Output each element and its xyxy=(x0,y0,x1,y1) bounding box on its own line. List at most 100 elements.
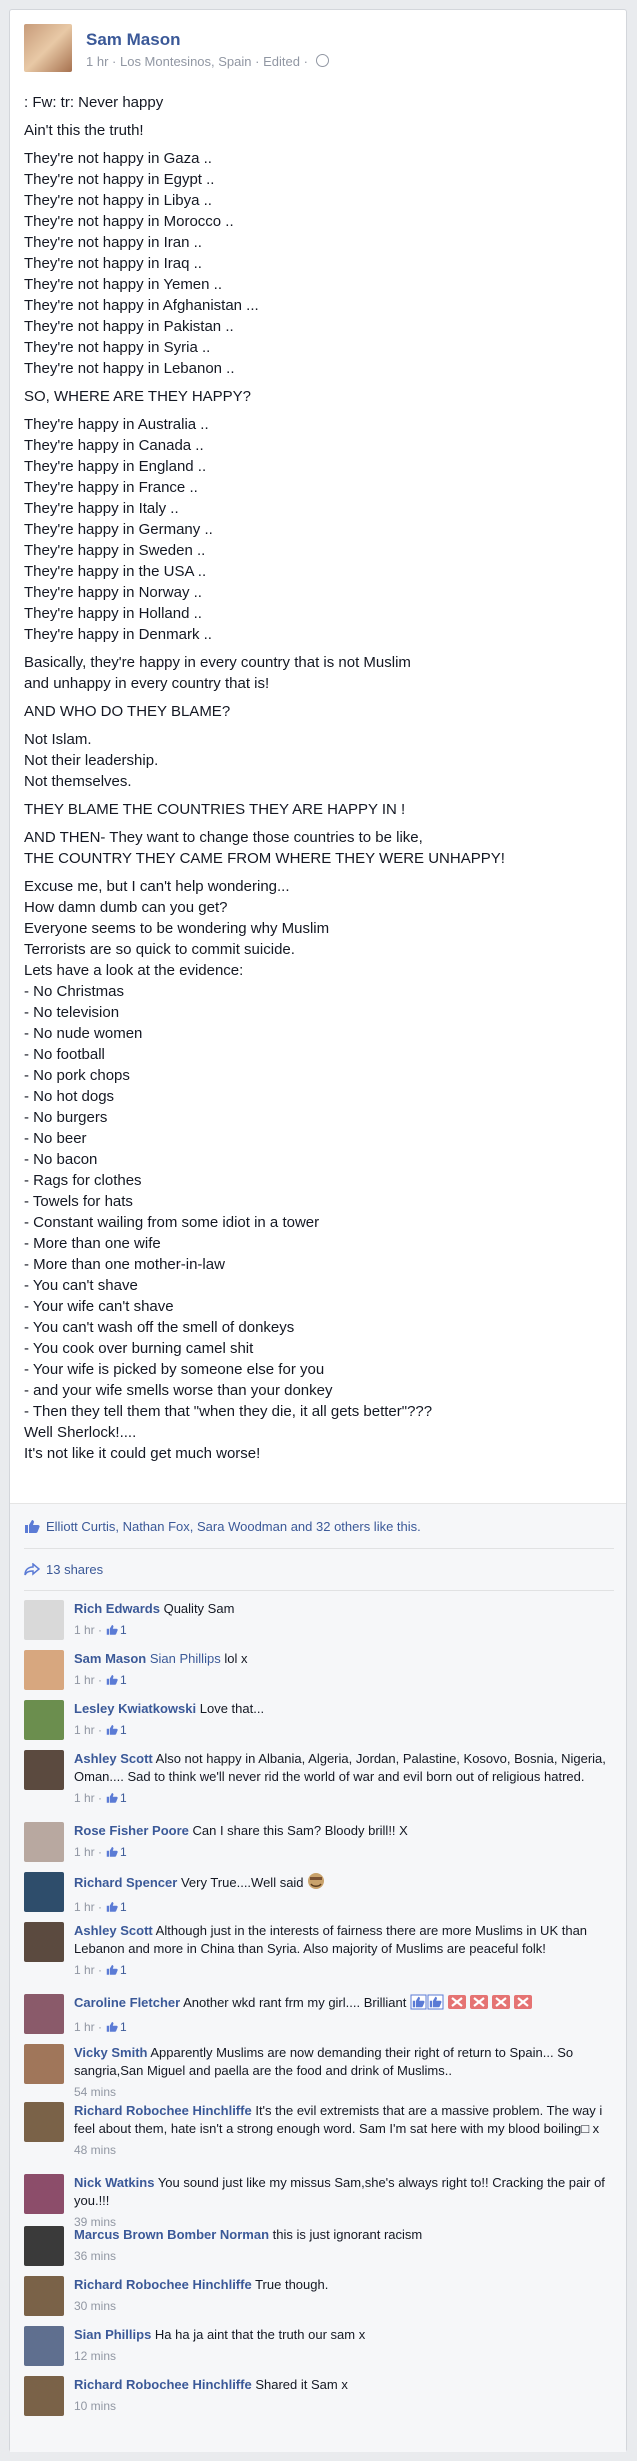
comment-time[interactable]: 1 hr xyxy=(74,1963,95,1977)
comment-body: Rich Edwards Quality Sam 1 hr · 1 xyxy=(74,1600,614,1639)
divider xyxy=(24,1548,614,1549)
like-thumb-icon[interactable] xyxy=(106,1722,118,1735)
commenter-name[interactable]: Richard Robochee Hinchliffe xyxy=(74,2277,252,2292)
post-paragraph: Not Islam. Not their leadership. Not the… xyxy=(24,731,159,790)
commenter-name[interactable]: Ashley Scott xyxy=(74,1751,153,1766)
commenter-name[interactable]: Marcus Brown Bomber Norman xyxy=(74,2227,269,2242)
shares-link[interactable]: 13 shares xyxy=(24,1562,103,1577)
commenter-name[interactable]: Rose Fisher Poore xyxy=(74,1823,189,1838)
post-location[interactable]: Los Montesinos, Spain xyxy=(120,54,252,69)
comment-like-count[interactable]: 1 xyxy=(120,1791,127,1805)
meta-dot: · xyxy=(255,54,264,69)
author-name[interactable]: Sam Mason xyxy=(86,30,180,50)
post-paragraph: They're not happy in Gaza .. They're not… xyxy=(24,150,259,377)
comment-like-count[interactable]: 1 xyxy=(120,1623,127,1637)
commenter-avatar[interactable] xyxy=(24,1922,64,1962)
like-thumb-icon[interactable] xyxy=(106,1790,118,1803)
commenter-avatar[interactable] xyxy=(24,1750,64,1790)
author-avatar[interactable] xyxy=(24,24,72,72)
commenter-avatar[interactable] xyxy=(24,2174,64,2214)
comment-body: Sian Phillips Ha ha ja aint that the tru… xyxy=(74,2326,614,2365)
commenter-name[interactable]: Rich Edwards xyxy=(74,1601,160,1616)
commenter-name[interactable]: Lesley Kwiatkowski xyxy=(74,1701,196,1716)
like-thumb-icon[interactable] xyxy=(106,1672,118,1685)
comment-time[interactable]: 48 mins xyxy=(74,2143,116,2157)
like-thumb-icon[interactable] xyxy=(106,1899,118,1912)
commenter-name[interactable]: Nick Watkins xyxy=(74,2175,154,2190)
comment-time[interactable]: 54 mins xyxy=(74,2085,116,2099)
commenter-avatar[interactable] xyxy=(24,2102,64,2142)
commenter-avatar[interactable] xyxy=(24,1994,64,2034)
commenter-avatar[interactable] xyxy=(24,2376,64,2416)
likes-summary[interactable]: Elliott Curtis, Nathan Fox, Sara Woodman… xyxy=(24,1519,421,1534)
meta-dot: · xyxy=(94,1963,103,1977)
comment-time[interactable]: 1 hr xyxy=(74,1723,95,1737)
commenter-name[interactable]: Vicky Smith xyxy=(74,2045,147,2060)
like-thumb-icon[interactable] xyxy=(106,1962,118,1975)
commenter-avatar[interactable] xyxy=(24,2044,64,2084)
post-body: : Fw: tr: Never happy Ain't this the trut… xyxy=(24,92,614,1471)
comment-like-count[interactable]: 1 xyxy=(120,1963,127,1977)
mention-link[interactable]: Sian Phillips xyxy=(150,1651,221,1666)
comment-time[interactable]: 1 hr xyxy=(74,1900,95,1914)
commenter-name[interactable]: Sian Phillips xyxy=(74,2327,151,2342)
comment-body: Marcus Brown Bomber Norman this is just … xyxy=(74,2226,614,2265)
comment-like-count[interactable]: 1 xyxy=(120,1673,127,1687)
commenter-name[interactable]: Richard Robochee Hinchliffe xyxy=(74,2377,252,2392)
post-meta: 1 hr · Los Montesinos, Spain · Edited · xyxy=(86,54,329,69)
commenter-avatar[interactable] xyxy=(24,1872,64,1912)
comment-text: Quality Sam xyxy=(163,1601,235,1616)
comment-body: Richard Spencer Very True....Well said 1… xyxy=(74,1872,614,1916)
comment-body: Caroline Fletcher Another wkd rant frm m… xyxy=(74,1994,614,2036)
commenter-avatar[interactable] xyxy=(24,1600,64,1640)
comment-meta: 1 hr · 1 xyxy=(74,1721,614,1739)
meta-dot: · xyxy=(94,1673,103,1687)
comment-line: Marcus Brown Bomber Norman this is just … xyxy=(74,2226,614,2244)
commenter-avatar[interactable] xyxy=(24,1650,64,1690)
post-time[interactable]: 1 hr xyxy=(86,54,108,69)
meta-dot: · xyxy=(94,1900,103,1914)
like-thumb-icon[interactable] xyxy=(106,2019,118,2032)
commenter-avatar[interactable] xyxy=(24,1822,64,1862)
comment-time[interactable]: 36 mins xyxy=(74,2249,116,2263)
commenter-name[interactable]: Sam Mason xyxy=(74,1651,146,1666)
comment-line: Richard Robochee Hinchliffe True though. xyxy=(74,2276,614,2294)
comment-time[interactable]: 1 hr xyxy=(74,2020,95,2034)
commenter-name[interactable]: Richard Robochee Hinchliffe xyxy=(74,2103,252,2118)
comment-time[interactable]: 1 hr xyxy=(74,1791,95,1805)
comment-time[interactable]: 1 hr xyxy=(74,1673,95,1687)
comment-time[interactable]: 10 mins xyxy=(74,2399,116,2413)
comment-meta: 1 hr · 1 xyxy=(74,1671,614,1689)
comment-like-count[interactable]: 1 xyxy=(120,1845,127,1859)
comment-time[interactable]: 12 mins xyxy=(74,2349,116,2363)
commenter-avatar[interactable] xyxy=(24,2226,64,2266)
comment-time[interactable]: 1 hr xyxy=(74,1623,95,1637)
comment-time[interactable]: 30 mins xyxy=(74,2299,116,2313)
post-paragraph: Ain't this the truth! xyxy=(24,122,144,139)
shares-text: 13 shares xyxy=(46,1562,104,1577)
post-paragraph: Basically, they're happy in every countr… xyxy=(24,654,411,692)
commenter-name[interactable]: Ashley Scott xyxy=(74,1923,153,1938)
commenter-name[interactable]: Caroline Fletcher xyxy=(74,1995,180,2010)
comment-meta: 1 hr · 1 xyxy=(74,1843,614,1861)
comment-like-count[interactable]: 1 xyxy=(120,1900,127,1914)
emoji-face-icon xyxy=(307,1872,325,1895)
post-paragraph: Excuse me, but I can't help wondering...… xyxy=(24,878,433,1462)
comment-meta: 1 hr · 1 xyxy=(74,1789,614,1807)
comment-line: Richard Robochee Hinchliffe Shared it Sa… xyxy=(74,2376,614,2394)
commenter-avatar[interactable] xyxy=(24,2276,64,2316)
comment-like-count[interactable]: 1 xyxy=(120,1723,127,1737)
comment-like-count[interactable]: 1 xyxy=(120,2020,127,2034)
commenter-name[interactable]: Richard Spencer xyxy=(74,1875,177,1890)
globe-icon[interactable] xyxy=(315,54,329,67)
post-card: Sam Mason 1 hr · Los Montesinos, Spain ·… xyxy=(9,9,627,2452)
like-thumb-icon[interactable] xyxy=(106,1622,118,1635)
commenter-avatar[interactable] xyxy=(24,2326,64,2366)
like-thumb-icon[interactable] xyxy=(106,1844,118,1857)
comment-time[interactable]: 1 hr xyxy=(74,1845,95,1859)
meta-dot: · xyxy=(303,54,308,69)
commenter-avatar[interactable] xyxy=(24,1700,64,1740)
edited-label[interactable]: Edited xyxy=(263,54,300,69)
comment-body: Richard Robochee Hinchliffe It's the evi… xyxy=(74,2102,614,2159)
meta-dot: · xyxy=(112,54,120,69)
